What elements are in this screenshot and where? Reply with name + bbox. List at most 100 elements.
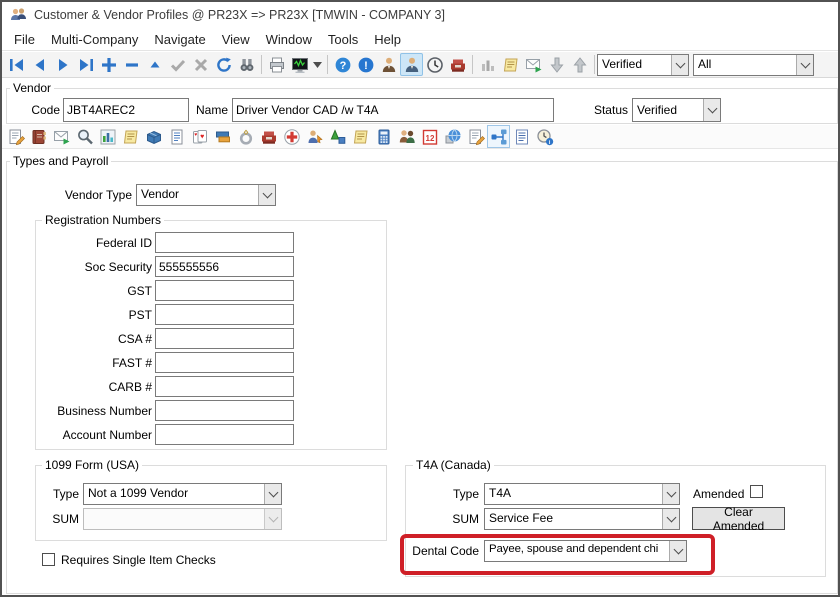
gst-label: GST: [47, 284, 152, 298]
calendar-12-icon[interactable]: 12: [418, 125, 441, 148]
clear-amended-button[interactable]: Clear Amended: [692, 507, 785, 530]
container-box-icon[interactable]: [142, 125, 165, 148]
csa-input[interactable]: [155, 328, 294, 349]
t4a-type-combo[interactable]: T4A: [484, 483, 680, 505]
chevron-down-icon[interactable]: [662, 484, 679, 504]
bar-chart-icon[interactable]: [96, 125, 119, 148]
refresh-icon[interactable]: [212, 53, 235, 76]
notes-pad-icon[interactable]: [349, 125, 372, 148]
svg-text:♥: ♥: [200, 133, 204, 140]
title-bar: Customer & Vendor Profiles @ PR23X => PR…: [2, 2, 838, 28]
first-record-icon[interactable]: [5, 53, 28, 76]
cancel-icon[interactable]: [189, 53, 212, 76]
form1099-type-label: Type: [45, 487, 79, 501]
chevron-down-icon[interactable]: [669, 541, 686, 561]
export-disabled-icon[interactable]: [568, 53, 591, 76]
scope-filter-combo[interactable]: All: [693, 54, 814, 76]
gst-input[interactable]: [155, 280, 294, 301]
hierarchy-tree-selected-icon[interactable]: [487, 125, 510, 148]
menu-window[interactable]: Window: [258, 30, 320, 49]
menu-file[interactable]: File: [6, 30, 43, 49]
calculator-icon[interactable]: [372, 125, 395, 148]
flag-layers-icon[interactable]: [211, 125, 234, 148]
chart-disabled-icon[interactable]: [476, 53, 499, 76]
cards-icon[interactable]: ♥♥: [188, 125, 211, 148]
screen-view-dropdown-icon[interactable]: [311, 53, 324, 76]
add-record-icon[interactable]: [97, 53, 120, 76]
soc-security-input[interactable]: [155, 256, 294, 277]
edit-page-icon[interactable]: [464, 125, 487, 148]
medical-cross-icon[interactable]: [280, 125, 303, 148]
binoculars-find-icon[interactable]: [235, 53, 258, 76]
send-mail-icon[interactable]: [522, 53, 545, 76]
report-document-icon[interactable]: [165, 125, 188, 148]
menu-multi-company[interactable]: Multi-Company: [43, 30, 146, 49]
person-export-icon[interactable]: [303, 125, 326, 148]
form1099-sum-combo[interactable]: [83, 508, 282, 530]
status-combo[interactable]: Verified: [632, 98, 721, 122]
fast-input[interactable]: [155, 352, 294, 373]
t4a-group-label: T4A (Canada): [413, 458, 494, 472]
delete-record-icon[interactable]: [120, 53, 143, 76]
form1099-group-label: 1099 Form (USA): [42, 458, 142, 472]
help-icon[interactable]: ?: [331, 53, 354, 76]
vendor-type-combo[interactable]: Vendor: [136, 184, 276, 206]
notes-icon[interactable]: [119, 125, 142, 148]
status-combo-value: Verified: [633, 99, 703, 121]
printing-press-icon[interactable]: [257, 125, 280, 148]
information-icon[interactable]: !: [354, 53, 377, 76]
search-icon[interactable]: [73, 125, 96, 148]
notes-icon[interactable]: [499, 53, 522, 76]
chevron-down-icon[interactable]: [258, 185, 275, 205]
menu-tools[interactable]: Tools: [320, 30, 366, 49]
chevron-down-icon[interactable]: [662, 509, 679, 529]
menu-navigate[interactable]: Navigate: [146, 30, 213, 49]
name-input[interactable]: [232, 98, 554, 122]
profile-toolbar: ♥♥ 12: [2, 125, 838, 149]
menu-view[interactable]: View: [214, 30, 258, 49]
import-disabled-icon[interactable]: [545, 53, 568, 76]
toolbar-separator: [594, 55, 595, 74]
people-pair-icon[interactable]: [395, 125, 418, 148]
chevron-down-icon[interactable]: [264, 484, 281, 504]
app-people-icon: [10, 7, 27, 23]
collapse-up-icon[interactable]: [143, 53, 166, 76]
form1099-sum-value: [84, 509, 264, 529]
code-input[interactable]: [63, 98, 189, 122]
clock-history-icon[interactable]: [423, 53, 446, 76]
business-number-input[interactable]: [155, 400, 294, 421]
chevron-down-icon[interactable]: [796, 55, 813, 75]
menu-help[interactable]: Help: [366, 30, 409, 49]
edit-note-icon[interactable]: [4, 125, 27, 148]
single-item-checks-checkbox[interactable]: [42, 553, 55, 566]
dental-code-combo[interactable]: Payee, spouse and dependent chi: [484, 540, 687, 562]
federal-id-input[interactable]: [155, 232, 294, 253]
confirm-icon[interactable]: [166, 53, 189, 76]
form1099-type-combo[interactable]: Not a 1099 Vendor: [83, 483, 282, 505]
ring-icon[interactable]: [234, 125, 257, 148]
print-icon[interactable]: [265, 53, 288, 76]
clock-info-icon[interactable]: i: [533, 125, 556, 148]
globe-package-icon[interactable]: [441, 125, 464, 148]
document-list-icon[interactable]: [510, 125, 533, 148]
printing-press-icon[interactable]: [446, 53, 469, 76]
vendor-person-selected-icon[interactable]: [400, 53, 423, 76]
status-filter-value: Verified: [598, 55, 671, 75]
customer-person-icon[interactable]: [377, 53, 400, 76]
next-record-icon[interactable]: [51, 53, 74, 76]
svg-text:♥: ♥: [194, 132, 197, 138]
shapes-3d-icon[interactable]: [326, 125, 349, 148]
account-number-input[interactable]: [155, 424, 294, 445]
chevron-down-icon[interactable]: [703, 99, 720, 121]
chevron-down-icon[interactable]: [671, 55, 688, 75]
pst-input[interactable]: [155, 304, 294, 325]
carb-input[interactable]: [155, 376, 294, 397]
send-mail-icon[interactable]: [50, 125, 73, 148]
address-book-icon[interactable]: [27, 125, 50, 148]
previous-record-icon[interactable]: [28, 53, 51, 76]
amended-checkbox[interactable]: [750, 485, 763, 498]
t4a-sum-combo[interactable]: Service Fee: [484, 508, 680, 530]
last-record-icon[interactable]: [74, 53, 97, 76]
status-filter-combo[interactable]: Verified: [597, 54, 689, 76]
screen-view-icon[interactable]: [288, 53, 311, 76]
